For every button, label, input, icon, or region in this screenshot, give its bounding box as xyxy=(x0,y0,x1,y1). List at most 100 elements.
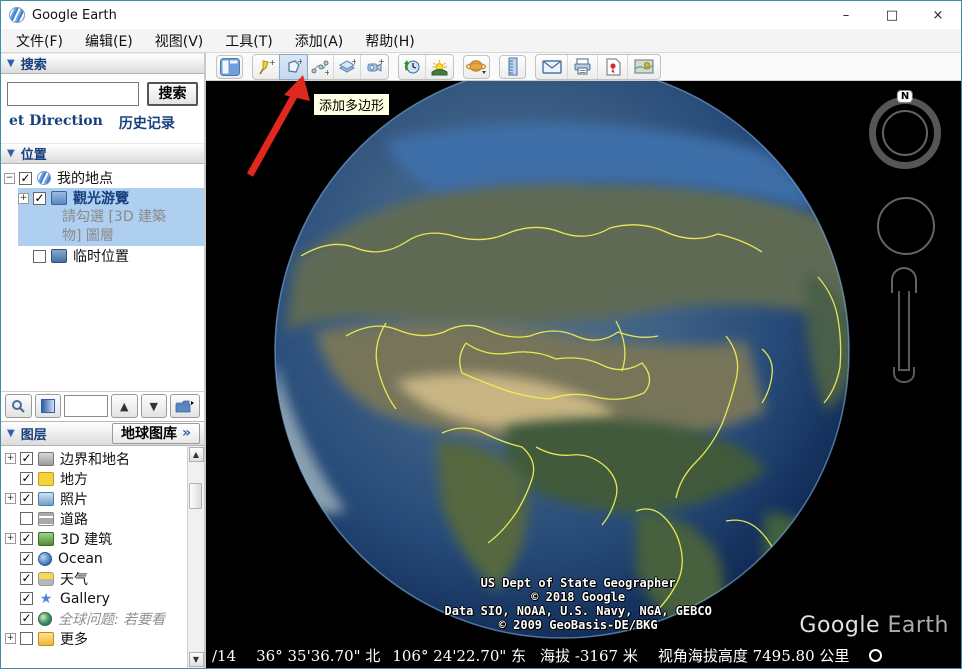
layer-label[interactable]: 3D 建筑 xyxy=(60,529,112,549)
record-tour-button[interactable]: + xyxy=(361,55,388,79)
google-earth-logo-icon xyxy=(9,7,25,23)
layer-ocean[interactable]: ✓ Ocean xyxy=(5,549,187,569)
ruler-button[interactable] xyxy=(499,55,526,79)
add-image-overlay-button[interactable]: + xyxy=(334,55,361,79)
places-icon xyxy=(38,472,54,486)
earth-viewport[interactable]: US Dept of State Geographer © 2018 Googl… xyxy=(206,81,961,668)
tree-item-sightseeing[interactable]: + ✓ 觀光游覽 xyxy=(18,188,204,208)
minimize-button[interactable]: – xyxy=(823,1,869,29)
layer-label[interactable]: Ocean xyxy=(58,551,103,567)
layer-places[interactable]: ✓ 地方 xyxy=(5,469,187,489)
search-button[interactable]: 搜索 xyxy=(147,82,198,106)
roads-checkbox[interactable] xyxy=(20,512,33,525)
tree-item-temporary-places[interactable]: 临时位置 xyxy=(18,246,204,266)
scrollbar-track[interactable] xyxy=(188,463,204,652)
sun-icon xyxy=(430,58,449,76)
my-places-checkbox[interactable]: ✓ xyxy=(19,172,32,185)
layer-3d-buildings[interactable]: + ✓ 3D 建筑 xyxy=(5,529,187,549)
zoom-slider[interactable] xyxy=(891,267,917,385)
sightseeing-checkbox[interactable]: ✓ xyxy=(33,192,46,205)
layer-more[interactable]: + 更多 xyxy=(5,629,187,649)
expander-icon[interactable]: − xyxy=(4,173,15,184)
layer-label[interactable]: 天气 xyxy=(60,569,88,589)
ocean-checkbox[interactable]: ✓ xyxy=(20,552,33,565)
buildings-checkbox[interactable]: ✓ xyxy=(20,532,33,545)
earth-gallery-button[interactable]: 地球图库 » xyxy=(112,423,200,444)
places-filter-input[interactable] xyxy=(64,395,108,417)
planets-button[interactable] xyxy=(463,55,490,79)
sidebar-toggle-button[interactable] xyxy=(216,55,243,79)
layer-label[interactable]: Gallery xyxy=(60,591,110,607)
layer-label[interactable]: 全球问题: 若要看 xyxy=(58,609,165,629)
scroll-up-button[interactable]: ▲ xyxy=(189,447,204,462)
layers-scrollbar[interactable]: ▲ ▼ xyxy=(187,446,204,669)
layer-label[interactable]: 边界和地名 xyxy=(60,449,130,469)
get-directions-link[interactable]: et Direction xyxy=(9,113,103,133)
view-toggle-button[interactable] xyxy=(35,394,62,418)
expander-icon[interactable]: + xyxy=(5,493,16,504)
photos-checkbox[interactable]: ✓ xyxy=(20,492,33,505)
gallery-checkbox[interactable]: ✓ xyxy=(20,592,33,605)
my-places-label[interactable]: 我的地点 xyxy=(57,168,113,188)
menu-tools[interactable]: 工具(T) xyxy=(214,29,283,53)
sightseeing-label[interactable]: 觀光游覽 xyxy=(73,188,129,208)
move-up-button[interactable]: ▲ xyxy=(111,394,138,418)
expander-icon[interactable]: + xyxy=(5,533,16,544)
maximize-button[interactable]: □ xyxy=(869,1,915,29)
layer-label[interactable]: 地方 xyxy=(60,469,88,489)
layer-roads[interactable]: 道路 xyxy=(5,509,187,529)
view-in-maps-button[interactable] xyxy=(628,55,660,79)
weather-checkbox[interactable]: ✓ xyxy=(20,572,33,585)
close-button[interactable]: × xyxy=(915,1,961,29)
move-down-button[interactable]: ▼ xyxy=(141,394,168,418)
zoom-in-knob[interactable] xyxy=(891,267,917,293)
places-checkbox[interactable]: ✓ xyxy=(20,472,33,485)
sunlight-button[interactable] xyxy=(426,55,453,79)
email-button[interactable] xyxy=(536,55,568,79)
history-link[interactable]: 历史记录 xyxy=(119,113,175,133)
more-checkbox[interactable] xyxy=(20,632,33,645)
borders-checkbox[interactable]: ✓ xyxy=(20,452,33,465)
layer-weather[interactable]: ✓ 天气 xyxy=(5,569,187,589)
layer-photos[interactable]: + ✓ 照片 xyxy=(5,489,187,509)
menu-view[interactable]: 视图(V) xyxy=(144,29,215,53)
add-polygon-button[interactable]: + xyxy=(280,55,307,79)
layer-borders[interactable]: + ✓ 边界和地名 xyxy=(5,449,187,469)
add-path-button[interactable]: + xyxy=(307,55,334,79)
scroll-down-button[interactable]: ▼ xyxy=(189,652,204,667)
scrollbar-thumb[interactable] xyxy=(189,483,202,509)
layer-label[interactable]: 道路 xyxy=(60,509,88,529)
compass-ring[interactable]: N xyxy=(869,97,941,169)
search-input[interactable] xyxy=(7,82,139,106)
layer-label[interactable]: 照片 xyxy=(60,489,88,509)
save-image-button[interactable] xyxy=(598,55,628,79)
search-places-button[interactable] xyxy=(5,394,32,418)
layers-tree: + ✓ 边界和地名 ✓ 地方 + ✓ 照 xyxy=(1,446,187,669)
pan-joystick[interactable] xyxy=(877,197,935,255)
expander-icon[interactable]: + xyxy=(5,453,16,464)
expander-icon[interactable]: + xyxy=(18,193,29,204)
global-awareness-checkbox[interactable]: ✓ xyxy=(20,612,33,625)
north-indicator[interactable]: N xyxy=(897,90,913,103)
zoom-track[interactable] xyxy=(898,291,910,371)
temporary-places-label[interactable]: 临时位置 xyxy=(73,246,129,266)
places-panel-header[interactable]: ▼ 位置 xyxy=(1,143,204,164)
expander-icon[interactable]: + xyxy=(5,633,16,644)
menu-help[interactable]: 帮助(H) xyxy=(354,29,425,53)
search-panel-header[interactable]: ▼ 搜索 xyxy=(1,53,204,74)
add-placemark-button[interactable]: + xyxy=(253,55,280,79)
menu-add[interactable]: 添加(A) xyxy=(284,29,355,53)
print-button[interactable] xyxy=(568,55,598,79)
window-title: Google Earth xyxy=(32,8,117,23)
zoom-out-knob[interactable] xyxy=(893,367,915,383)
temporary-places-checkbox[interactable] xyxy=(33,250,46,263)
layer-global-awareness[interactable]: ✓ 全球问题: 若要看 xyxy=(5,609,187,629)
folder-actions-button[interactable] xyxy=(170,394,200,418)
historical-imagery-button[interactable] xyxy=(399,55,426,79)
layer-label[interactable]: 更多 xyxy=(60,629,88,649)
menu-edit[interactable]: 编辑(E) xyxy=(74,29,144,53)
tree-item-my-places[interactable]: − ✓ 我的地点 xyxy=(4,168,204,188)
menu-file[interactable]: 文件(F) xyxy=(5,29,74,53)
look-joystick[interactable] xyxy=(882,110,928,156)
layer-gallery[interactable]: ✓ ★ Gallery xyxy=(5,589,187,609)
